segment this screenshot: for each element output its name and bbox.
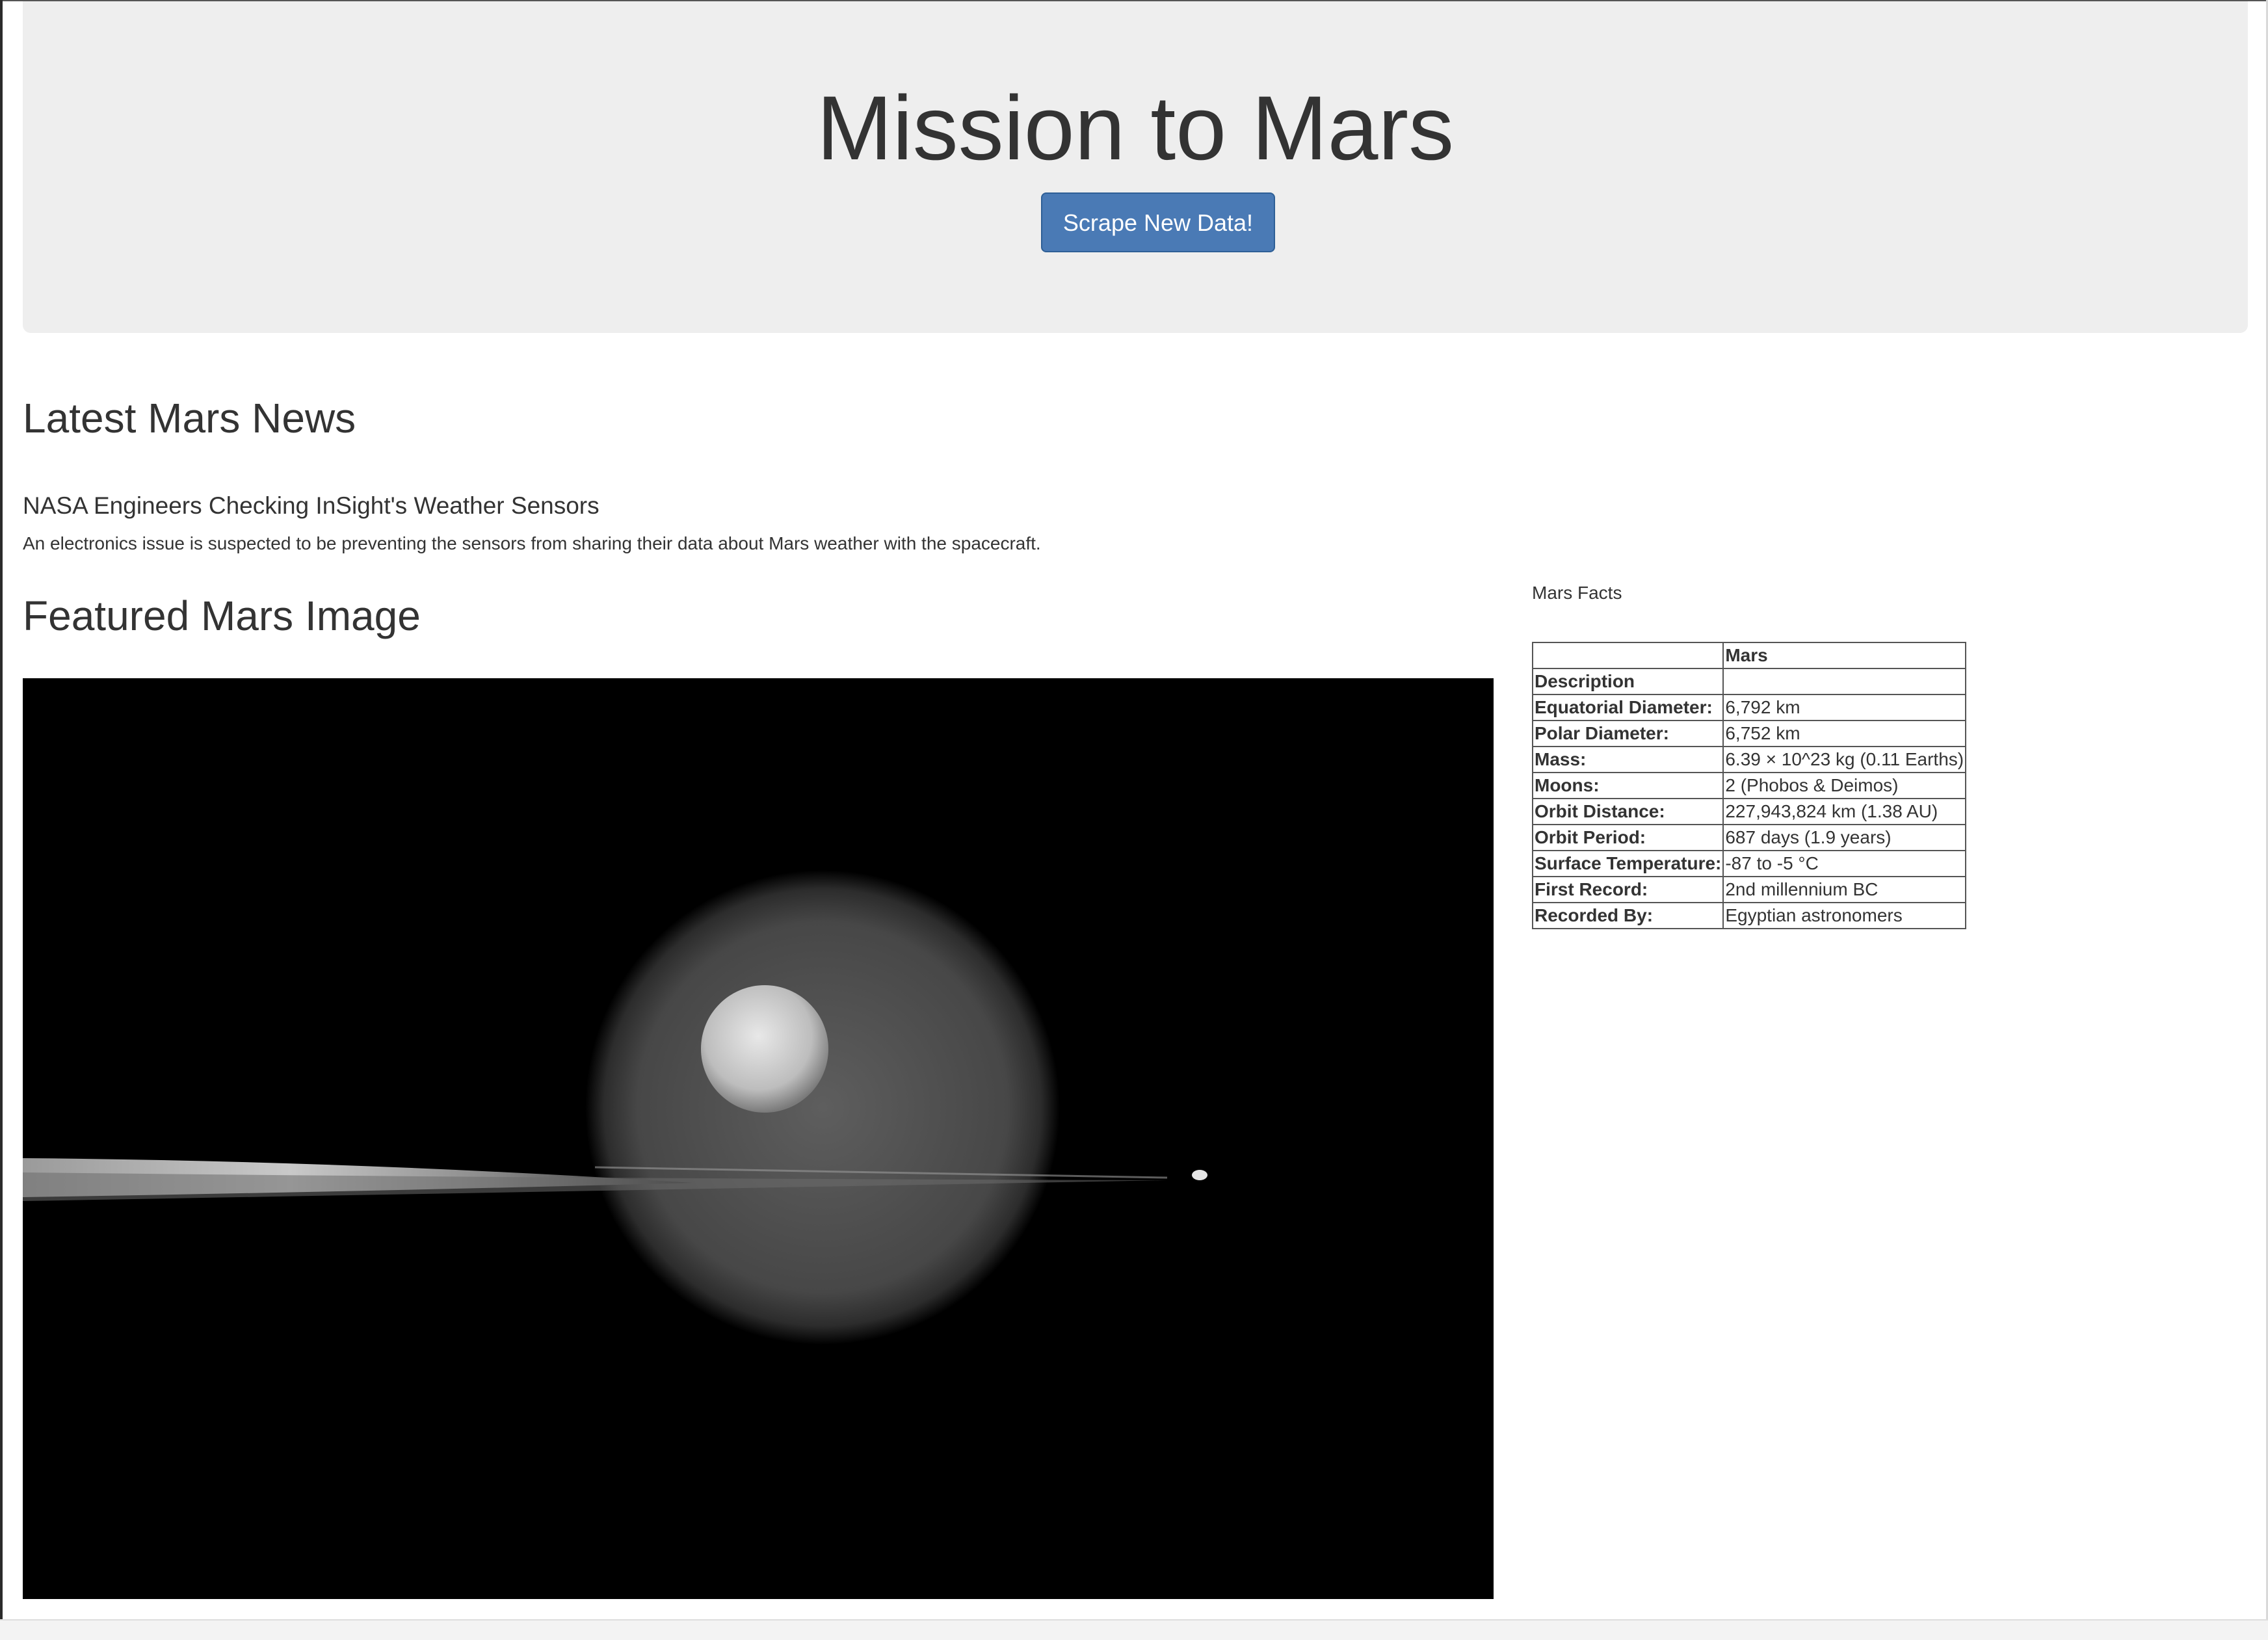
table-row: Recorded By: Egyptian astronomers	[1531, 902, 1967, 929]
window-left-border	[0, 0, 3, 1639]
table-row: Moons: 2 (Phobos & Deimos)	[1531, 772, 1967, 799]
table-row: Surface Temperature: -87 to -5 °C	[1531, 850, 1967, 877]
table-row: Orbit Distance: 227,943,824 km (1.38 AU)	[1531, 798, 1967, 825]
window-bottom-bar	[0, 1619, 2268, 1640]
small-moon-shape	[701, 985, 828, 1113]
fact-value: 6,752 km	[1722, 720, 1967, 747]
fact-label: Orbit Period:	[1531, 824, 1724, 851]
fact-label: Description	[1531, 668, 1724, 695]
fact-label: Polar Diameter:	[1531, 720, 1724, 747]
fact-value: 6,792 km	[1722, 694, 1967, 721]
large-moon-shape	[585, 870, 1060, 1345]
latest-news-heading: Latest Mars News	[23, 395, 356, 442]
featured-image-graphic	[23, 678, 1494, 1599]
facts-header-row: Mars	[1531, 642, 1967, 669]
facts-header-empty-cell	[1531, 642, 1724, 669]
fact-label: Equatorial Diameter:	[1531, 694, 1724, 721]
jumbotron-header: Mission to Mars Scrape New Data!	[23, 1, 2248, 333]
featured-image-heading: Featured Mars Image	[23, 592, 421, 639]
news-title: NASA Engineers Checking InSight's Weathe…	[23, 492, 600, 519]
fact-label: Surface Temperature:	[1531, 850, 1724, 877]
fact-label: Moons:	[1531, 772, 1724, 799]
fact-value: -87 to -5 °C	[1722, 850, 1967, 877]
news-teaser: An electronics issue is suspected to be …	[23, 533, 1041, 553]
mars-facts-table: Mars Description Equatorial Diameter: 6,…	[1531, 642, 1967, 929]
featured-mars-image	[23, 678, 1494, 1599]
fact-value: 687 days (1.9 years)	[1722, 824, 1967, 851]
fact-label: First Record:	[1531, 876, 1724, 903]
facts-column-header: Mars	[1722, 642, 1967, 669]
table-row: Orbit Period: 687 days (1.9 years)	[1531, 824, 1967, 851]
page-title: Mission to Mars	[816, 77, 1455, 179]
table-row: Mass: 6.39 × 10^23 kg (0.11 Earths)	[1531, 746, 1967, 773]
mars-facts-caption: Mars Facts	[1532, 583, 1622, 603]
table-row: Description	[1531, 668, 1967, 695]
fact-label: Orbit Distance:	[1531, 798, 1724, 825]
table-row: Polar Diameter: 6,752 km	[1531, 720, 1967, 747]
table-row: Equatorial Diameter: 6,792 km	[1531, 694, 1967, 721]
fact-value: 227,943,824 km (1.38 AU)	[1722, 798, 1967, 825]
fact-value: 2 (Phobos & Deimos)	[1722, 772, 1967, 799]
fact-value: 6.39 × 10^23 kg (0.11 Earths)	[1722, 746, 1967, 773]
fact-label: Recorded By:	[1531, 902, 1724, 929]
fact-value: Egyptian astronomers	[1722, 902, 1967, 929]
table-row: First Record: 2nd millennium BC	[1531, 876, 1967, 903]
fact-label: Mass:	[1531, 746, 1724, 773]
fact-value	[1722, 668, 1967, 695]
fact-value: 2nd millennium BC	[1722, 876, 1967, 903]
tiny-moon-shape	[1192, 1170, 1207, 1180]
scrape-new-data-button[interactable]: Scrape New Data!	[1041, 192, 1275, 252]
